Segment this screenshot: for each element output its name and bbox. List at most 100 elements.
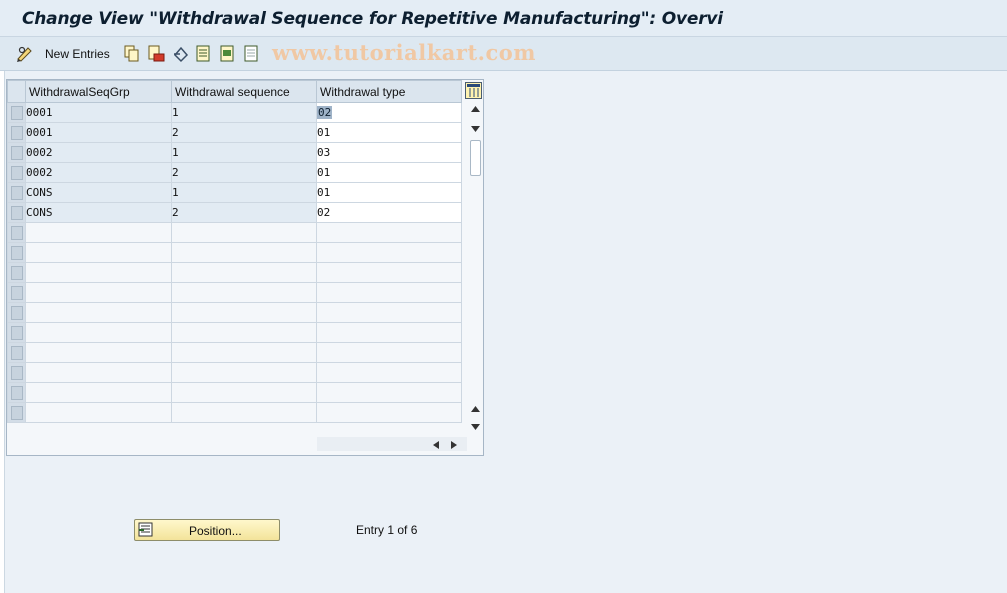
empty-cell [171, 282, 317, 303]
vertical-scrollbar[interactable] [468, 102, 483, 431]
cell-text: 02 [317, 206, 331, 219]
cell-text: 0001 [26, 126, 53, 139]
cell-withdrawal-type[interactable]: 03 [316, 142, 462, 163]
empty-cell [316, 282, 462, 303]
cell-withdrawal-sequence: 2 [171, 122, 317, 143]
cell-text: 01 [317, 166, 331, 179]
cell-withdrawal-seq-grp: 0001 [25, 122, 172, 143]
table-row: 0002 2 01 [7, 162, 462, 183]
empty-table-row [7, 242, 462, 263]
row-selector[interactable] [7, 342, 26, 363]
position-button-label: Position... [189, 524, 242, 538]
column-header-withdrawal-seq-grp[interactable]: WithdrawalSeqGrp [25, 80, 172, 103]
empty-cell [316, 242, 462, 263]
scroll-page-down-icon[interactable] [471, 424, 480, 430]
cell-withdrawal-seq-grp: 0001 [25, 102, 172, 123]
cell-text: 0002 [26, 146, 53, 159]
scroll-thumb[interactable] [470, 140, 481, 176]
empty-table-row [7, 402, 462, 423]
row-selector[interactable] [7, 282, 26, 303]
row-selector[interactable] [7, 182, 26, 203]
empty-table-row [7, 282, 462, 303]
cell-text: CONS [26, 186, 53, 199]
select-block-icon[interactable] [220, 45, 236, 63]
row-selector[interactable] [7, 202, 26, 223]
row-selector[interactable] [7, 222, 26, 243]
row-selector[interactable] [7, 302, 26, 323]
empty-cell [25, 402, 172, 423]
page-title: Change View "Withdrawal Sequence for Rep… [22, 9, 723, 29]
empty-table-row [7, 302, 462, 323]
cell-text: 01 [317, 126, 331, 139]
scroll-page-up-icon[interactable] [471, 406, 480, 412]
withdrawal-sequence-table: WithdrawalSeqGrp Withdrawal sequence Wit… [7, 80, 462, 423]
row-selector[interactable] [7, 102, 26, 123]
row-selector[interactable] [7, 122, 26, 143]
empty-table-row [7, 322, 462, 343]
cell-withdrawal-type[interactable]: 01 [316, 182, 462, 203]
row-selector[interactable] [7, 142, 26, 163]
cell-text: 1 [172, 106, 179, 119]
empty-cell [25, 342, 172, 363]
select-all-icon[interactable] [196, 45, 212, 63]
cell-text: 0002 [26, 166, 53, 179]
scroll-down-icon[interactable] [471, 126, 480, 132]
cell-text: 2 [172, 126, 179, 139]
empty-cell [171, 382, 317, 403]
empty-cell [171, 362, 317, 383]
copy-icon[interactable] [124, 45, 140, 63]
row-selector[interactable] [7, 262, 26, 283]
table-row: 0001 2 01 [7, 122, 462, 143]
deselect-all-icon[interactable] [244, 45, 260, 63]
table-row: CONS 2 02 [7, 202, 462, 223]
row-selector[interactable] [7, 242, 26, 263]
horizontal-scrollbar[interactable] [317, 437, 467, 451]
table-settings-icon[interactable] [465, 82, 482, 99]
delete-icon[interactable] [148, 45, 166, 63]
row-selector[interactable] [7, 402, 26, 423]
select-all-rows-corner[interactable] [7, 80, 26, 103]
cell-withdrawal-type[interactable]: 02 [316, 102, 462, 123]
watermark: www.tutorialkart.com [272, 40, 536, 65]
empty-cell [25, 282, 172, 303]
column-header-withdrawal-sequence[interactable]: Withdrawal sequence [171, 80, 317, 103]
cell-withdrawal-seq-grp: 0002 [25, 142, 172, 163]
position-button[interactable]: Position... [134, 519, 280, 541]
row-selector[interactable] [7, 322, 26, 343]
scroll-up-icon[interactable] [471, 106, 480, 112]
column-header-withdrawal-type[interactable]: Withdrawal type [316, 80, 462, 103]
cell-withdrawal-type[interactable]: 02 [316, 202, 462, 223]
row-selector[interactable] [7, 162, 26, 183]
scroll-left-icon[interactable] [433, 441, 439, 449]
cell-text: 1 [172, 146, 179, 159]
undo-icon[interactable] [172, 45, 190, 63]
empty-cell [316, 222, 462, 243]
empty-table-row [7, 262, 462, 283]
empty-cell [316, 402, 462, 423]
empty-cell [25, 382, 172, 403]
cell-text: 01 [317, 186, 331, 199]
empty-cell [171, 402, 317, 423]
empty-cell [25, 362, 172, 383]
cell-withdrawal-sequence: 1 [171, 142, 317, 163]
empty-cell [316, 362, 462, 383]
cell-text: CONS [26, 206, 53, 219]
cell-withdrawal-seq-grp: CONS [25, 182, 172, 203]
row-selector[interactable] [7, 362, 26, 383]
edit-glasses-icon[interactable] [16, 45, 34, 63]
empty-cell [25, 322, 172, 343]
cell-withdrawal-type[interactable]: 01 [316, 162, 462, 183]
cell-text: 0001 [26, 106, 53, 119]
empty-cell [316, 342, 462, 363]
empty-table-row [7, 342, 462, 363]
row-selector[interactable] [7, 382, 26, 403]
cell-withdrawal-seq-grp: CONS [25, 202, 172, 223]
cell-text: 1 [172, 186, 179, 199]
empty-table-row [7, 362, 462, 383]
empty-cell [171, 262, 317, 283]
table-row: 0001 1 02 [7, 102, 462, 123]
new-entries-button[interactable]: New Entries [45, 47, 110, 61]
cell-withdrawal-type[interactable]: 01 [316, 122, 462, 143]
cell-withdrawal-sequence: 1 [171, 102, 317, 123]
scroll-right-icon[interactable] [451, 441, 457, 449]
